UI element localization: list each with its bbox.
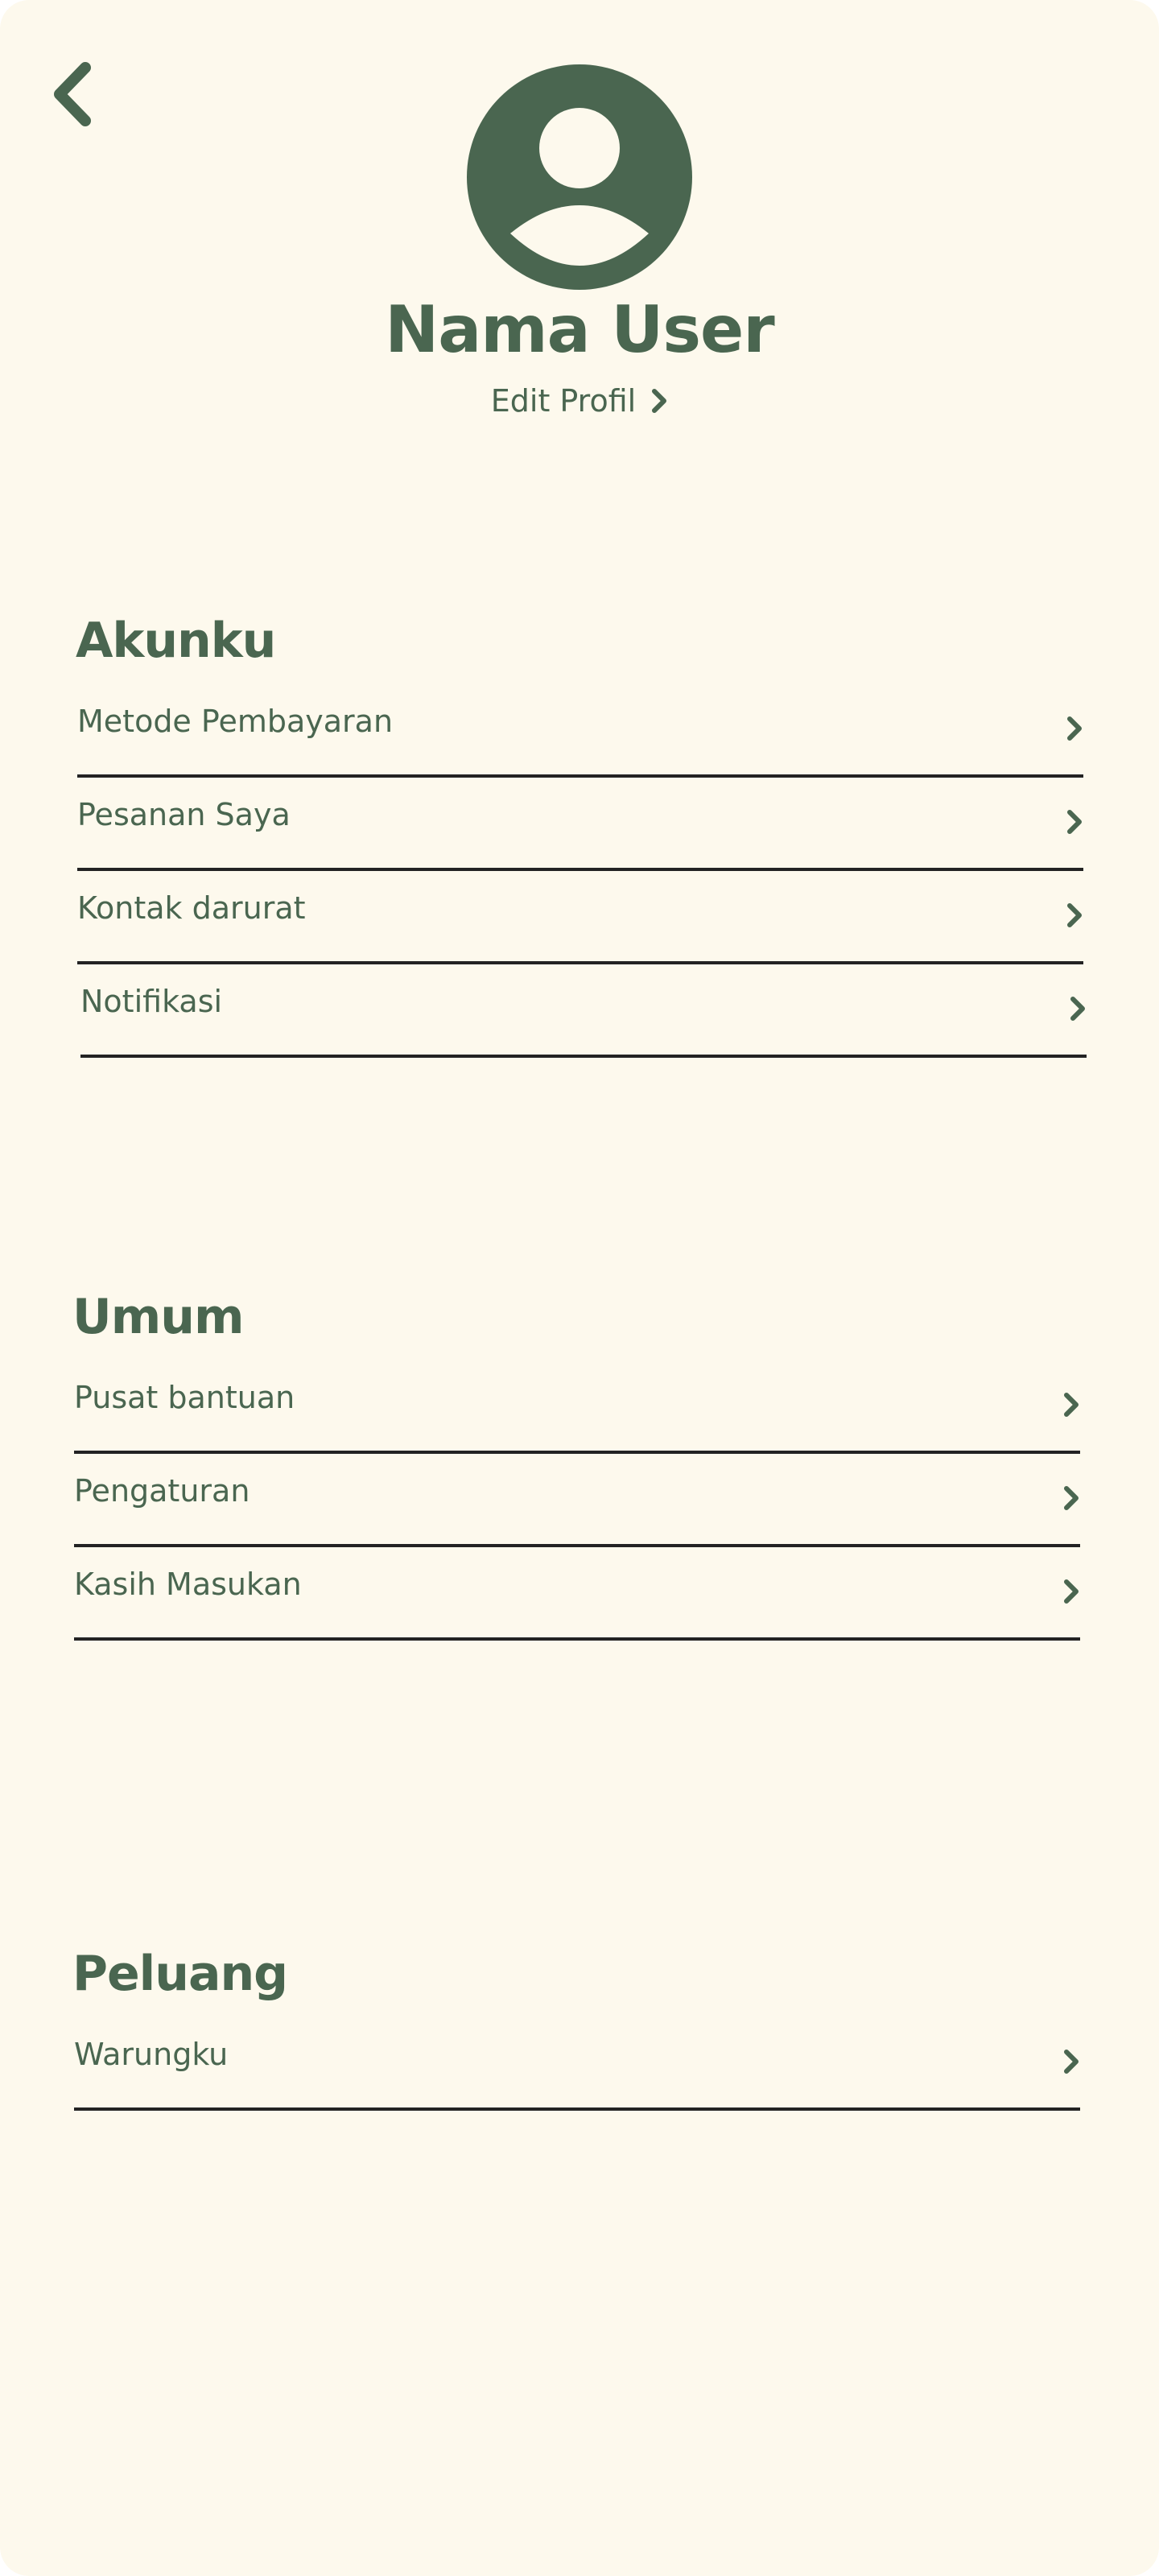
profile-screen: Nama User Edit Profil Akunku Metode Pemb… <box>0 0 1159 2576</box>
menu-item-kontak-darurat[interactable]: Kontak darurat <box>77 871 1083 964</box>
menu-item-label: Warungku <box>74 2037 229 2072</box>
menu-item-label: Kontak darurat <box>77 890 306 926</box>
chevron-right-icon <box>1062 1578 1080 1605</box>
menu-item-label: Metode Pembayaran <box>77 704 394 739</box>
chevron-right-icon <box>1062 1484 1080 1512</box>
avatar[interactable] <box>467 64 692 290</box>
menu-item-label: Kasih Masukan <box>74 1567 302 1602</box>
chevron-right-icon <box>1066 902 1083 929</box>
menu-item-kasih-masukan[interactable]: Kasih Masukan <box>74 1547 1080 1641</box>
menu-item-notifikasi[interactable]: Notifikasi <box>80 964 1087 1058</box>
chevron-right-icon <box>1066 715 1083 742</box>
section-title-peluang: Peluang <box>72 1946 288 2002</box>
menu-item-label: Pesanan Saya <box>77 797 291 832</box>
chevron-right-icon <box>1062 2048 1080 2075</box>
section-title-umum: Umum <box>72 1289 244 1345</box>
menu-item-label: Notifikasi <box>80 984 223 1019</box>
menu-item-label: Pusat bantuan <box>74 1380 295 1415</box>
edit-profile-link[interactable]: Edit Profil <box>467 378 692 423</box>
menu-item-metode-pembayaran[interactable]: Metode Pembayaran <box>77 684 1083 778</box>
chevron-right-icon <box>652 389 667 413</box>
menu-item-warungku[interactable]: Warungku <box>74 2017 1080 2111</box>
menu-item-label: Pengaturan <box>74 1473 250 1509</box>
edit-profile-label: Edit Profil <box>490 383 637 419</box>
section-title-akunku: Akunku <box>76 613 276 669</box>
chevron-right-icon <box>1069 995 1087 1022</box>
chevron-left-icon <box>54 62 91 126</box>
menu-item-pesanan-saya[interactable]: Pesanan Saya <box>77 778 1083 871</box>
chevron-right-icon <box>1066 808 1083 836</box>
back-button[interactable] <box>45 58 101 130</box>
menu-item-pengaturan[interactable]: Pengaturan <box>74 1454 1080 1547</box>
menu-item-pusat-bantuan[interactable]: Pusat bantuan <box>74 1360 1080 1454</box>
user-avatar-icon <box>467 64 692 290</box>
chevron-right-icon <box>1062 1391 1080 1418</box>
user-name: Nama User <box>385 292 774 367</box>
